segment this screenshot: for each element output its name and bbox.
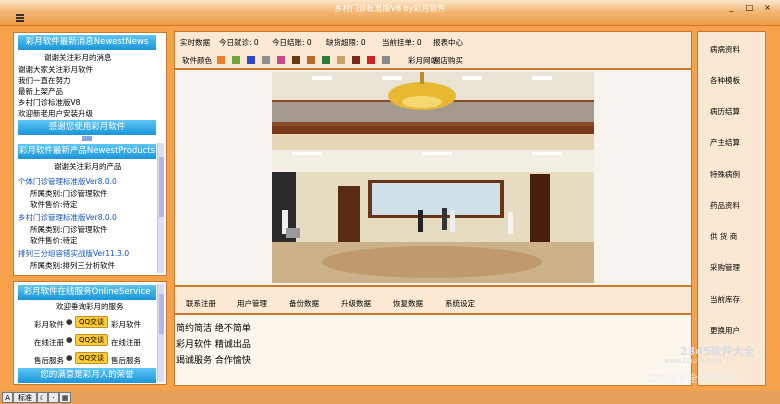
window-title: 乡村门诊标准版V8 by彩月软件 bbox=[334, 4, 446, 13]
product-category: 所属类别:门诊管理软件 bbox=[30, 189, 108, 198]
service-link[interactable]: 彩月软件 bbox=[34, 319, 64, 331]
today-checkout-stat[interactable]: 今日结账: 0 bbox=[272, 37, 312, 48]
color-swatch[interactable] bbox=[262, 56, 270, 64]
qq-penguin-icon: ● bbox=[66, 335, 73, 344]
side-menu-item[interactable]: 药品资料 bbox=[710, 200, 740, 211]
products-header: 彩月软件最新产品NewestProducts bbox=[18, 144, 156, 159]
color-swatch[interactable] bbox=[232, 56, 240, 64]
clinic-lobby-image bbox=[272, 72, 594, 283]
contact-register-button[interactable]: 联系注册 bbox=[186, 298, 216, 309]
stock-shortage-stat[interactable]: 缺货超限: 0 bbox=[326, 37, 366, 48]
pending-orders-stat[interactable]: 当前挂单: 0 bbox=[382, 37, 422, 48]
color-swatch[interactable] bbox=[382, 56, 390, 64]
tagline-text: 彩月软件 精诚出品 bbox=[176, 340, 251, 350]
service-link[interactable]: 售后服务 bbox=[111, 355, 141, 367]
side-menu-item[interactable]: 供 货 商 bbox=[710, 231, 737, 242]
news-item[interactable]: 我们一直在努力 bbox=[18, 75, 71, 86]
color-swatch[interactable] bbox=[352, 56, 360, 64]
service-scrollbar[interactable] bbox=[157, 284, 164, 382]
product-price: 软件售价:待定 bbox=[30, 200, 78, 209]
tagline-text: 简约简洁 绝不简单 bbox=[176, 324, 251, 334]
status-bar bbox=[0, 390, 780, 404]
service-link[interactable]: 彩月软件 bbox=[111, 319, 141, 331]
color-swatch[interactable] bbox=[322, 56, 330, 64]
color-swatch[interactable] bbox=[277, 56, 285, 64]
news-item[interactable]: 谢谢大家关注彩月软件 bbox=[18, 64, 93, 75]
color-swatch[interactable] bbox=[247, 56, 255, 64]
service-link[interactable]: 在线注册 bbox=[34, 337, 64, 349]
side-menu-item[interactable]: 产主结算 bbox=[710, 137, 740, 148]
color-swatch[interactable] bbox=[337, 56, 345, 64]
product-name[interactable]: 乡村门诊管理标准版Ver8.0.0 bbox=[18, 212, 117, 223]
today-visits-stat[interactable]: 今日就诊: 0 bbox=[219, 37, 259, 48]
product-name[interactable]: 个体门诊管理标准版Ver8.0.0 bbox=[18, 176, 117, 187]
news-item[interactable]: 欢迎新老用户安装升级 bbox=[18, 108, 93, 119]
product-price: 软件售价:待定 bbox=[30, 236, 78, 245]
product-category: 所属类别:排列三分析软件 bbox=[30, 261, 116, 270]
report-center-button[interactable]: 报表中心 bbox=[433, 37, 463, 48]
qq-penguin-icon: ● bbox=[66, 353, 73, 362]
service-link[interactable]: 在线注册 bbox=[111, 337, 141, 349]
products-scrollbar[interactable] bbox=[157, 143, 164, 273]
minimize-button[interactable]: _ bbox=[723, 2, 740, 13]
service-welcome: 欢迎垂询彩月的服务 bbox=[56, 302, 124, 311]
news-item[interactable]: 最新上架产品 bbox=[18, 86, 63, 97]
punctuation-icon[interactable]: · bbox=[48, 392, 59, 403]
close-button[interactable]: × bbox=[759, 2, 776, 13]
system-settings-button[interactable]: 系统设定 bbox=[445, 298, 475, 309]
separator-icon bbox=[82, 136, 92, 141]
news-item[interactable]: 乡村门诊标准版V8 bbox=[18, 97, 80, 108]
watermark-slogan: 国内最安全的软件站 bbox=[648, 374, 738, 385]
product-name[interactable]: 排列三分组容错实战版Ver11.3.0 bbox=[18, 248, 129, 259]
side-menu-item[interactable]: 病病资料 bbox=[710, 44, 740, 55]
service-link[interactable]: 售后服务 bbox=[34, 355, 64, 367]
qq-chat-button[interactable]: ● QQ交谈 bbox=[66, 316, 108, 328]
news-products-panel: 彩月软件最新消息NewestNews 谢谢关注彩月的消息 谢谢大家关注彩月软件 … bbox=[13, 32, 167, 276]
watermark-url: www.DuoTe.com bbox=[664, 357, 722, 365]
news-welcome: 谢谢关注彩月的消息 bbox=[44, 53, 112, 62]
tagline-text: 竭诚服务 合作愉快 bbox=[176, 356, 251, 366]
side-menu-item[interactable]: 各种模板 bbox=[710, 75, 740, 86]
online-service-panel: 彩月软件在线服务OnlineService 欢迎垂询彩月的服务 彩月软件 ● Q… bbox=[13, 281, 167, 385]
software-color-label: 软件颜色 bbox=[182, 56, 212, 65]
ime-mode-button[interactable]: 标准 bbox=[13, 392, 37, 403]
color-swatch[interactable] bbox=[292, 56, 300, 64]
news-header: 彩月软件最新消息NewestNews bbox=[18, 35, 156, 50]
qq-penguin-icon: ● bbox=[66, 317, 73, 326]
side-menu-item[interactable]: 当前库存 bbox=[710, 294, 740, 305]
backup-data-button[interactable]: 备份数据 bbox=[289, 298, 319, 309]
menu-dropdown-icon[interactable] bbox=[16, 14, 24, 22]
moon-icon[interactable]: ☾ bbox=[37, 392, 48, 403]
side-menu-item[interactable]: 采购管理 bbox=[710, 262, 740, 273]
keyboard-icon[interactable]: ▦ bbox=[59, 392, 71, 403]
upgrade-data-button[interactable]: 升级数据 bbox=[341, 298, 371, 309]
product-category: 所属类别:门诊管理软件 bbox=[30, 225, 108, 234]
color-swatch[interactable] bbox=[217, 56, 225, 64]
qq-chat-button[interactable]: ● QQ交谈 bbox=[66, 352, 108, 364]
realtime-data-button[interactable]: 实时数据 bbox=[180, 37, 210, 48]
qq-chat-button[interactable]: ● QQ交谈 bbox=[66, 334, 108, 346]
title-bar: 乡村门诊标准版V8 by彩月软件 _ □ × bbox=[0, 0, 780, 26]
side-menu-item[interactable]: 特殊病例 bbox=[710, 169, 740, 180]
user-management-button[interactable]: 用户管理 bbox=[237, 298, 267, 309]
color-swatch[interactable] bbox=[367, 56, 375, 64]
service-header: 彩月软件在线服务OnlineService bbox=[18, 285, 156, 300]
service-footer-banner: 您的满意是彩月人的荣誉 bbox=[18, 368, 156, 383]
products-welcome: 谢谢关注彩月的产品 bbox=[54, 162, 122, 171]
news-footer-banner: 感谢您使用彩月软件 bbox=[18, 120, 156, 135]
restore-data-button[interactable]: 恢复数据 bbox=[393, 298, 423, 309]
side-menu-item[interactable]: 病历结算 bbox=[710, 106, 740, 117]
side-menu-item[interactable]: 更换用户 bbox=[710, 325, 740, 336]
tagline-area bbox=[174, 314, 692, 386]
maximize-button[interactable]: □ bbox=[741, 2, 758, 13]
color-swatch[interactable] bbox=[307, 56, 315, 64]
shop-link[interactable]: 网店购买 bbox=[433, 55, 463, 66]
input-mode-button[interactable]: A bbox=[2, 392, 13, 403]
